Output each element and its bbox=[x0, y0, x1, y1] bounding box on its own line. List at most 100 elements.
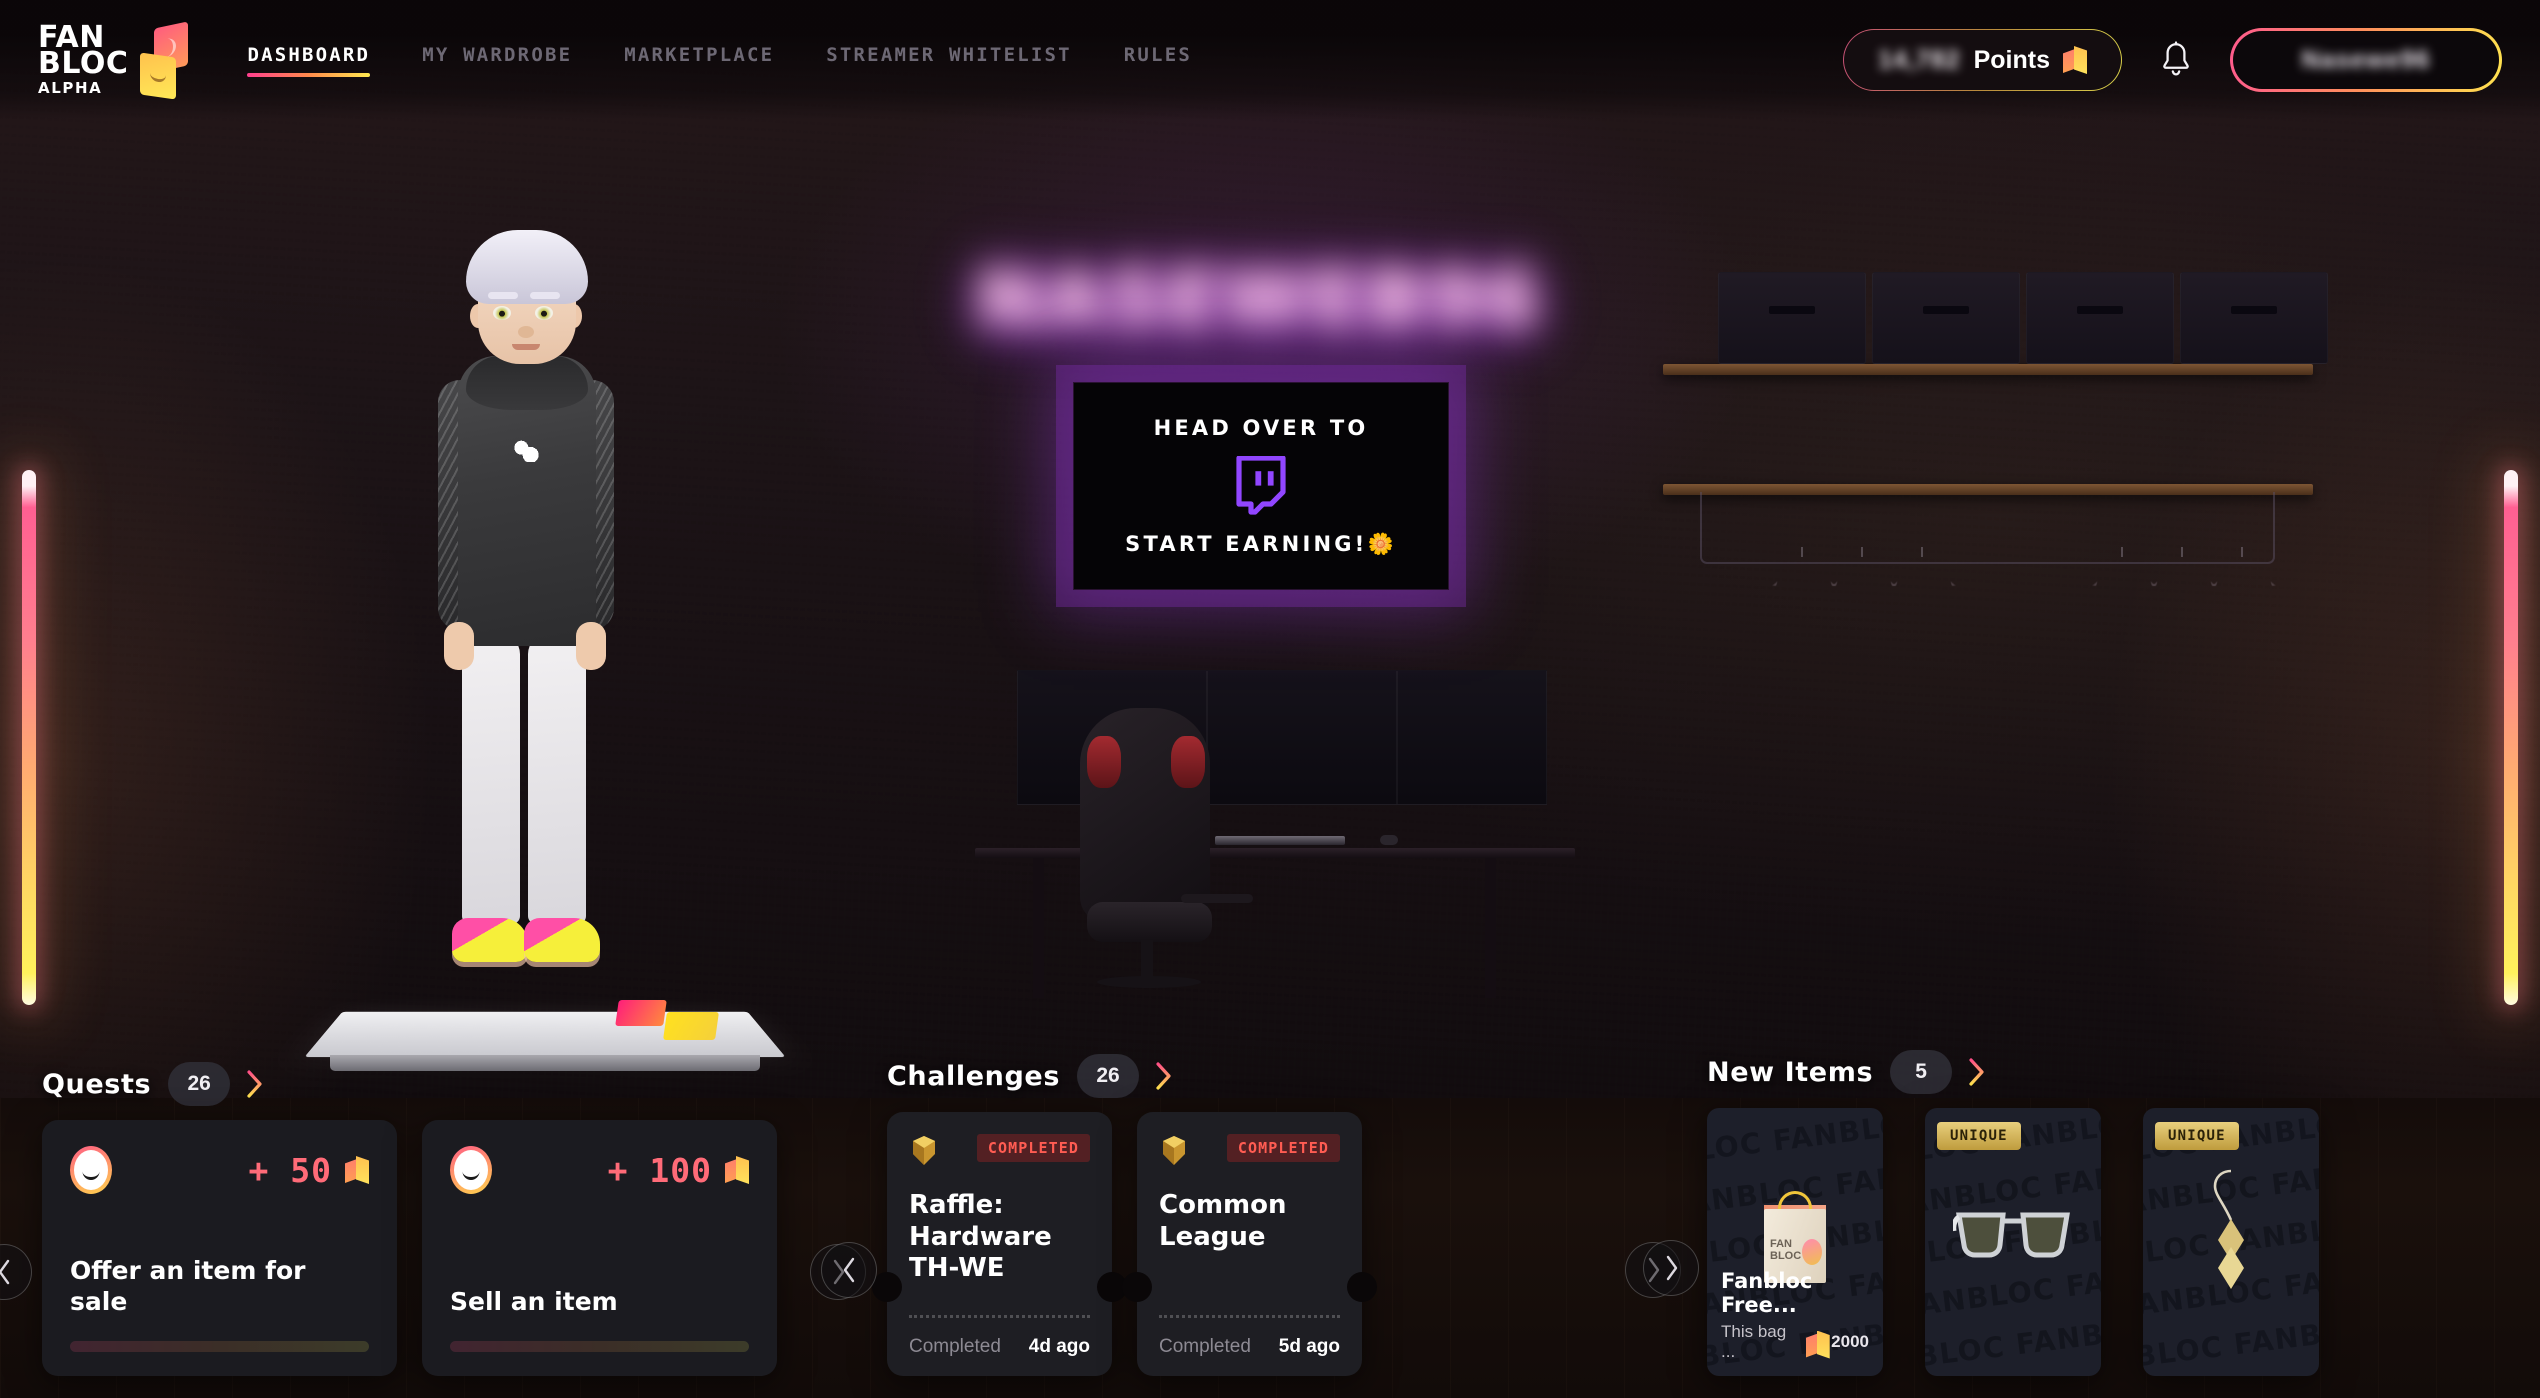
bell-icon[interactable] bbox=[2160, 41, 2192, 79]
storage-bin bbox=[2026, 272, 2174, 364]
user-name: Nasewe96 bbox=[2301, 45, 2431, 74]
bloc-currency-icon bbox=[1805, 1330, 1830, 1359]
clothes-hanger bbox=[2158, 547, 2204, 584]
clothes-hanger bbox=[1838, 547, 1884, 584]
item-rarity-tag: UNIQUE bbox=[2155, 1122, 2239, 1150]
bloc-currency-icon bbox=[2063, 46, 2087, 74]
bloc-currency-icon bbox=[345, 1156, 369, 1184]
quest-progress-bar bbox=[450, 1341, 749, 1352]
points-label: Points bbox=[1973, 45, 2050, 74]
nav-item-my-wardrobe[interactable]: MY WARDROBE bbox=[422, 44, 572, 77]
logo-line-2: BLOC bbox=[38, 46, 129, 82]
cta-line-1: HEAD OVER TO bbox=[1153, 415, 1369, 440]
wall-shelf-top bbox=[1663, 364, 2313, 375]
challenges-section: Challenges 26 COMPLETED Raffle: Hardware… bbox=[821, 1054, 1681, 1398]
challenges-count-badge: 26 bbox=[1077, 1054, 1140, 1098]
challenges-header: Challenges 26 bbox=[845, 1054, 1665, 1098]
challenges-title: Challenges bbox=[887, 1060, 1061, 1092]
storage-bin bbox=[1718, 272, 1866, 364]
nav-item-rules[interactable]: RULES bbox=[1124, 44, 1192, 77]
quests-title: Quests bbox=[42, 1068, 152, 1100]
storage-bin bbox=[2180, 272, 2328, 364]
challenge-status-badge: COMPLETED bbox=[976, 1134, 1090, 1162]
quests-chevron-right-icon[interactable] bbox=[247, 1070, 263, 1098]
user-profile-button[interactable]: Nasewe96 bbox=[2230, 28, 2502, 92]
bloc-currency-icon bbox=[725, 1156, 749, 1184]
trophy-icon bbox=[913, 1136, 935, 1165]
mouse bbox=[1380, 835, 1398, 845]
item-name: Fanbloc Free... bbox=[1721, 1269, 1813, 1317]
trophy-icon bbox=[1163, 1136, 1185, 1165]
main-nav: DASHBOARD MY WARDROBE MARKETPLACE STREAM… bbox=[247, 44, 1192, 77]
challenge-time: 4d ago bbox=[1028, 1336, 1090, 1357]
challenge-title: Common League bbox=[1159, 1190, 1287, 1252]
logo-wordmark: FAN BLOC ALPHA bbox=[38, 23, 129, 97]
new-items-section: New Items 5 FANBLOC FANBLOC FANBLOC FANB… bbox=[1643, 1050, 2540, 1398]
gaming-desk bbox=[975, 670, 1575, 1000]
challenge-status-badge: COMPLETED bbox=[1226, 1134, 1340, 1162]
clothes-rail bbox=[1700, 492, 2275, 564]
challenges-carousel: COMPLETED Raffle: Hardware TH-WE Complet… bbox=[821, 1112, 1681, 1398]
points-value: 14,782 bbox=[1878, 45, 1961, 74]
challenge-time: 5d ago bbox=[1278, 1336, 1340, 1357]
twitch-cta-panel[interactable]: HEAD OVER TO START EARNING!🌼 bbox=[1073, 382, 1449, 590]
quests-count-badge: 26 bbox=[168, 1062, 231, 1106]
quests-carousel: + 50 Offer an item for sale + 100 Sell a… bbox=[0, 1120, 866, 1398]
new-items-chevron-right-icon[interactable] bbox=[1969, 1058, 1985, 1086]
neon-light-strip-left bbox=[22, 470, 36, 1005]
item-artwork-sunglasses bbox=[1925, 1172, 2101, 1298]
app-logo[interactable]: FAN BLOC ALPHA bbox=[38, 21, 192, 100]
neon-sign-text: NASEWEB96 bbox=[977, 253, 1543, 343]
monitor bbox=[1207, 670, 1397, 805]
clothes-hanger bbox=[2218, 547, 2264, 584]
smiley-icon bbox=[70, 1146, 112, 1194]
item-rarity-tag: UNIQUE bbox=[1937, 1122, 2021, 1150]
quest-reward-value: + 50 bbox=[248, 1150, 332, 1190]
player-avatar[interactable] bbox=[400, 230, 650, 1020]
points-balance-button[interactable]: 14,782 Points bbox=[1843, 29, 2122, 91]
challenge-card[interactable]: COMPLETED Common League Completed 5d ago bbox=[1122, 1112, 1377, 1376]
quest-reward-value: + 100 bbox=[607, 1150, 712, 1190]
challenges-prev-button[interactable] bbox=[821, 1242, 877, 1298]
logo-cubes-icon bbox=[136, 21, 192, 100]
quest-card[interactable]: + 100 Sell an item bbox=[422, 1120, 777, 1376]
monitor bbox=[1397, 670, 1547, 805]
storage-bin bbox=[1872, 272, 2020, 364]
item-artwork-pendant bbox=[2143, 1169, 2319, 1298]
quests-section: Quests 26 + 50 Offer an item for sale + … bbox=[0, 1062, 866, 1398]
clothes-hanger bbox=[1898, 547, 1944, 584]
smiley-icon bbox=[450, 1146, 492, 1194]
top-header: FAN BLOC ALPHA DASHBOARD MY WARDROBE MAR… bbox=[0, 0, 2540, 120]
item-card[interactable]: FANBLOC FANBLOC FANBLOC FANBLOC FANBLOC … bbox=[1707, 1108, 1883, 1376]
header-actions: 14,782 Points Nasewe96 bbox=[1843, 28, 2502, 92]
challenge-card[interactable]: COMPLETED Raffle: Hardware TH-WE Complet… bbox=[872, 1112, 1127, 1376]
item-card[interactable]: FANBLOC FANBLOC FANBLOC FANBLOC FANBLOC … bbox=[2143, 1108, 2319, 1376]
new-items-title: New Items bbox=[1707, 1056, 1874, 1088]
challenge-status: Completed bbox=[909, 1336, 1001, 1357]
challenge-status: Completed bbox=[1159, 1336, 1251, 1357]
quest-progress-bar bbox=[70, 1341, 369, 1352]
new-items-header: New Items 5 bbox=[1665, 1050, 2540, 1094]
nav-item-marketplace[interactable]: MARKETPLACE bbox=[624, 44, 774, 77]
quest-card[interactable]: + 50 Offer an item for sale bbox=[42, 1120, 397, 1376]
nav-item-streamer-whitelist[interactable]: STREAMER WHITELIST bbox=[826, 44, 1072, 77]
neon-username-sign: NASEWEB96 bbox=[960, 238, 1560, 358]
item-price: 2000 bbox=[1831, 1332, 1869, 1351]
keyboard bbox=[1215, 836, 1345, 845]
quests-prev-button[interactable] bbox=[0, 1244, 32, 1300]
cta-line-2: START EARNING!🌼 bbox=[1125, 531, 1397, 556]
clothes-hanger bbox=[2098, 547, 2144, 584]
challenges-chevron-right-icon[interactable] bbox=[1156, 1062, 1172, 1090]
item-description: This bag ... bbox=[1721, 1322, 1787, 1361]
neon-light-strip-right bbox=[2504, 470, 2518, 1005]
clothes-hanger bbox=[1778, 547, 1824, 584]
logo-alpha-tag: ALPHA bbox=[38, 78, 103, 97]
quest-title: Sell an item bbox=[450, 1286, 618, 1316]
new-items-carousel: FANBLOC FANBLOC FANBLOC FANBLOC FANBLOC … bbox=[1643, 1108, 2540, 1398]
nav-item-dashboard[interactable]: DASHBOARD bbox=[247, 44, 370, 77]
item-card[interactable]: FANBLOC FANBLOC FANBLOC FANBLOC FANBLOC … bbox=[1925, 1108, 2101, 1376]
new-items-prev-button[interactable] bbox=[1643, 1240, 1699, 1296]
quests-header: Quests 26 bbox=[0, 1062, 845, 1106]
quest-title: Offer an item for sale bbox=[70, 1256, 306, 1316]
hoodie-logo bbox=[513, 440, 539, 462]
